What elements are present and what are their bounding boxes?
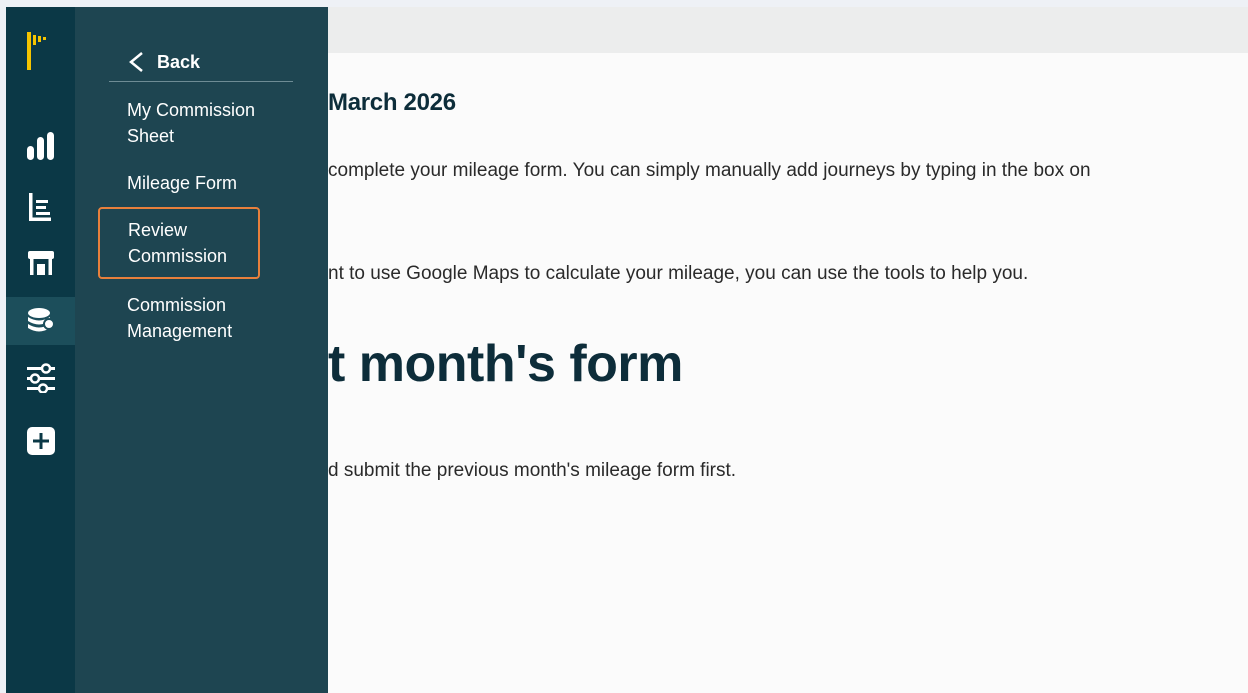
menu-item-review-commission[interactable]: Review Commission bbox=[98, 207, 260, 279]
instruction-text-3: d submit the previous month's mileage fo… bbox=[328, 460, 737, 481]
back-label: Back bbox=[157, 51, 201, 72]
app-frame: Back My Commission Sheet Mileage Form Re… bbox=[6, 7, 1248, 693]
plus-icon[interactable] bbox=[6, 417, 75, 465]
top-bar bbox=[328, 7, 1248, 53]
chevron-left-icon bbox=[129, 52, 143, 72]
sliders-icon[interactable] bbox=[6, 354, 75, 402]
menu-item-commission-management[interactable]: Commission Management bbox=[127, 292, 277, 344]
instruction-text-2: nt to use Google Maps to calculate your … bbox=[328, 263, 1029, 284]
submenu-panel: Back My Commission Sheet Mileage Form Re… bbox=[75, 7, 328, 693]
chart-icon[interactable] bbox=[6, 122, 75, 170]
store-icon[interactable] bbox=[6, 239, 75, 287]
main-content: March 2026 complete your mileage form. Y… bbox=[328, 7, 1248, 693]
icon-rail bbox=[6, 7, 75, 693]
back-button[interactable]: Back bbox=[109, 43, 293, 82]
menu-item-my-commission-sheet[interactable]: My Commission Sheet bbox=[127, 97, 277, 149]
month-heading: March 2026 bbox=[328, 89, 456, 116]
menu-item-mileage-form[interactable]: Mileage Form bbox=[127, 170, 277, 196]
coins-icon[interactable] bbox=[6, 297, 75, 345]
section-heading: t month's form bbox=[328, 335, 683, 393]
list-icon[interactable] bbox=[6, 183, 75, 231]
instruction-text-1: complete your mileage form. You can simp… bbox=[328, 160, 1091, 181]
brand-logo bbox=[27, 32, 51, 72]
